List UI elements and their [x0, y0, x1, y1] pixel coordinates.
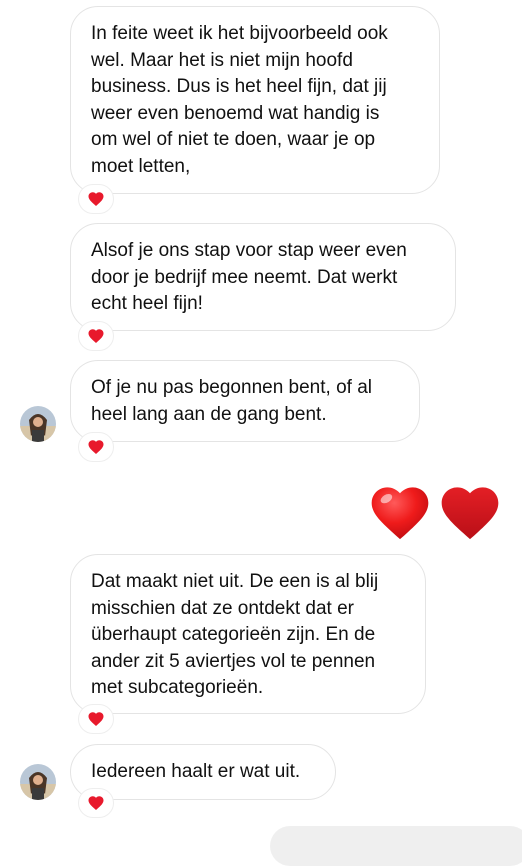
message-bubble[interactable]: In feite weet ik het bijvoorbeeld ook we…	[70, 6, 440, 194]
avatar[interactable]	[20, 764, 56, 800]
avatar[interactable]	[20, 406, 56, 442]
message-bubble[interactable]: Of je nu pas begonnen bent, of al heel l…	[70, 360, 420, 442]
message-bubble[interactable]: Alsof je ons stap voor stap weer even do…	[70, 223, 456, 331]
reaction-badge[interactable]	[78, 432, 114, 462]
reaction-badge[interactable]	[78, 321, 114, 351]
reaction-badge[interactable]	[78, 704, 114, 734]
message-bubble[interactable]: Dat maakt niet uit. De een is al blij mi…	[70, 554, 426, 714]
heart-icon	[88, 192, 104, 206]
heart-icon	[88, 329, 104, 343]
message-bubble[interactable]: Iedereen haalt er wat uit.	[70, 744, 336, 800]
message-bubble[interactable]	[270, 826, 522, 866]
reaction-badge[interactable]	[78, 788, 114, 818]
heart-icon	[88, 796, 104, 810]
reaction-badge[interactable]	[78, 184, 114, 214]
heart-icon[interactable]	[436, 478, 504, 547]
heart-icon	[88, 712, 104, 726]
heart-icon[interactable]	[366, 478, 434, 547]
heart-icon	[88, 440, 104, 454]
